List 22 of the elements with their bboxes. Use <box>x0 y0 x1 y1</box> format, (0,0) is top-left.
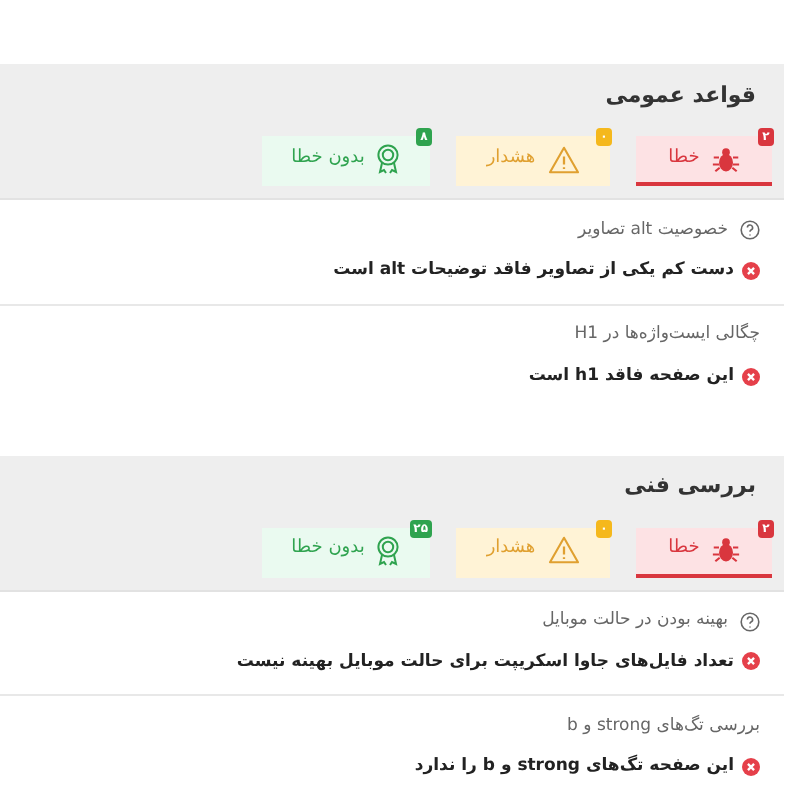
check-message: این صفحه فاقد h1 است <box>528 363 734 389</box>
award-icon <box>376 535 401 565</box>
warning-icon <box>547 145 580 173</box>
error-icon <box>742 367 760 386</box>
bug-icon <box>711 536 740 564</box>
check-title: بررسی تگ‌های strong و b <box>567 713 760 740</box>
check-message: دست کم یکی از تصاویر فاقد توضیحات alt است <box>333 258 734 284</box>
error-icon <box>742 261 760 280</box>
section-title: بررسی فنی <box>624 470 756 503</box>
check-title: بهینه بودن در حالت موبایل <box>542 608 728 634</box>
check-title: چگالی ایست‌واژه‌ها در H1 <box>574 322 760 349</box>
section-title: قواعد عمومی <box>605 79 756 112</box>
check-message: تعداد فایل‌های جاوا اسکریپت برای حالت موبایل بهینه نیست <box>236 649 734 675</box>
help-icon[interactable] <box>740 611 760 631</box>
warning-icon <box>547 536 580 564</box>
error-icon <box>742 758 760 777</box>
check-message: این صفحه تگ‌های strong و b را ندارد <box>414 754 734 780</box>
check-title: خصوصیت alt تصاویر <box>578 217 728 243</box>
error-icon <box>742 652 760 671</box>
award-icon <box>376 144 401 174</box>
help-icon[interactable] <box>740 220 760 240</box>
bug-icon <box>711 145 740 173</box>
